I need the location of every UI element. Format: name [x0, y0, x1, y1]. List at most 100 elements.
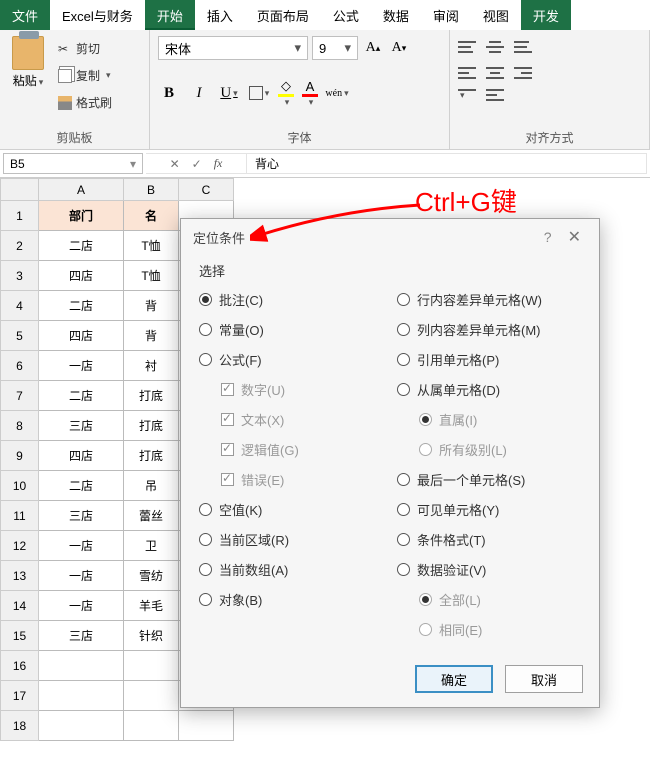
font-name-combo[interactable]: 宋体▾: [158, 36, 308, 60]
row-header[interactable]: 8: [1, 411, 39, 441]
indent-increase-button[interactable]: [486, 88, 504, 102]
cell[interactable]: [124, 651, 179, 681]
align-bottom-button[interactable]: [514, 40, 532, 54]
tab-formula[interactable]: 公式: [321, 0, 371, 30]
align-right-button[interactable]: [514, 66, 532, 80]
radio-objects[interactable]: 对象(B): [199, 590, 383, 609]
tab-file[interactable]: 文件: [0, 0, 50, 30]
paste-button[interactable]: 粘贴: [8, 36, 48, 89]
radio-cond-format[interactable]: 条件格式(T): [397, 530, 581, 549]
radio-data-validation[interactable]: 数据验证(V): [397, 560, 581, 579]
cell[interactable]: 背: [124, 321, 179, 351]
cell[interactable]: [124, 711, 179, 741]
radio-all-levels[interactable]: 所有级别(L): [419, 440, 581, 459]
font-size-combo[interactable]: 9▾: [312, 36, 358, 60]
row-header[interactable]: 13: [1, 561, 39, 591]
cell[interactable]: 四店: [39, 321, 124, 351]
col-header-a[interactable]: A: [39, 179, 124, 201]
name-box[interactable]: B5▾: [3, 153, 143, 174]
cell[interactable]: 一店: [39, 561, 124, 591]
align-center-button[interactable]: [486, 66, 504, 80]
col-header-b[interactable]: B: [124, 179, 179, 201]
radio-blanks[interactable]: 空值(K): [199, 500, 383, 519]
cell[interactable]: 衬: [124, 351, 179, 381]
align-middle-button[interactable]: [486, 40, 504, 54]
cell[interactable]: 三店: [39, 501, 124, 531]
radio-dv-same[interactable]: 相同(E): [419, 620, 581, 639]
phonetic-button[interactable]: wén: [326, 82, 348, 104]
cell[interactable]: 卫: [124, 531, 179, 561]
tab-review[interactable]: 审阅: [421, 0, 471, 30]
copy-button[interactable]: 复制: [54, 65, 116, 86]
select-all-corner[interactable]: [1, 179, 39, 201]
radio-formulas[interactable]: 公式(F): [199, 350, 383, 369]
border-button[interactable]: [248, 82, 270, 104]
font-color-button[interactable]: A: [302, 79, 318, 108]
cancel-icon[interactable]: ✕: [170, 157, 180, 171]
cell[interactable]: 吊: [124, 471, 179, 501]
tab-dev[interactable]: 开发: [521, 0, 571, 30]
check-errors[interactable]: 错误(E): [221, 470, 383, 489]
cell[interactable]: 三店: [39, 621, 124, 651]
cell[interactable]: 雪纺: [124, 561, 179, 591]
cell[interactable]: 三店: [39, 411, 124, 441]
cell[interactable]: 蕾丝: [124, 501, 179, 531]
radio-dv-all[interactable]: 全部(L): [419, 590, 581, 609]
italic-button[interactable]: I: [188, 82, 210, 104]
cell[interactable]: 打底: [124, 411, 179, 441]
cell[interactable]: [124, 681, 179, 711]
cell[interactable]: 一店: [39, 591, 124, 621]
row-header[interactable]: 9: [1, 441, 39, 471]
radio-row-diff[interactable]: 行内容差异单元格(W): [397, 290, 581, 309]
radio-col-diff[interactable]: 列内容差异单元格(M): [397, 320, 581, 339]
cell[interactable]: [39, 681, 124, 711]
row-header[interactable]: 4: [1, 291, 39, 321]
cell[interactable]: 二店: [39, 381, 124, 411]
tab-layout[interactable]: 页面布局: [245, 0, 321, 30]
cancel-button[interactable]: 取消: [505, 665, 583, 693]
row-header[interactable]: 7: [1, 381, 39, 411]
cell[interactable]: 四店: [39, 261, 124, 291]
row-header[interactable]: 6: [1, 351, 39, 381]
cell[interactable]: 一店: [39, 531, 124, 561]
ok-button[interactable]: 确定: [415, 665, 493, 693]
tab-view[interactable]: 视图: [471, 0, 521, 30]
increase-font-icon[interactable]: A▴: [362, 37, 384, 59]
cell[interactable]: 二店: [39, 231, 124, 261]
close-icon[interactable]: ✕: [562, 227, 587, 247]
cell[interactable]: 一店: [39, 351, 124, 381]
row-header[interactable]: 1: [1, 201, 39, 231]
cell[interactable]: [39, 711, 124, 741]
radio-last-cell[interactable]: 最后一个单元格(S): [397, 470, 581, 489]
row-header[interactable]: 5: [1, 321, 39, 351]
row-header[interactable]: 15: [1, 621, 39, 651]
fx-icon[interactable]: fx: [214, 156, 223, 171]
cell[interactable]: 部门: [39, 201, 124, 231]
row-header[interactable]: 11: [1, 501, 39, 531]
bold-button[interactable]: B: [158, 82, 180, 104]
check-text[interactable]: 文本(X): [221, 410, 383, 429]
align-left-button[interactable]: [458, 66, 476, 80]
row-header[interactable]: 3: [1, 261, 39, 291]
col-header-c[interactable]: C: [179, 179, 234, 201]
decrease-font-icon[interactable]: A▾: [388, 37, 410, 59]
check-logical[interactable]: 逻辑值(G): [221, 440, 383, 459]
row-header[interactable]: 18: [1, 711, 39, 741]
cell[interactable]: [39, 651, 124, 681]
cell[interactable]: 四店: [39, 441, 124, 471]
radio-visible[interactable]: 可见单元格(Y): [397, 500, 581, 519]
radio-constants[interactable]: 常量(O): [199, 320, 383, 339]
cell[interactable]: 羊毛: [124, 591, 179, 621]
radio-dependents[interactable]: 从属单元格(D): [397, 380, 581, 399]
format-painter-button[interactable]: 格式刷: [54, 92, 116, 113]
row-header[interactable]: 12: [1, 531, 39, 561]
radio-precedents[interactable]: 引用单元格(P): [397, 350, 581, 369]
tab-excel-finance[interactable]: Excel与财务: [50, 0, 145, 30]
confirm-icon[interactable]: ✓: [192, 157, 202, 171]
cell[interactable]: T恤: [124, 231, 179, 261]
check-numbers[interactable]: 数字(U): [221, 380, 383, 399]
row-header[interactable]: 2: [1, 231, 39, 261]
cell[interactable]: 针织: [124, 621, 179, 651]
underline-button[interactable]: U: [218, 82, 240, 104]
row-header[interactable]: 14: [1, 591, 39, 621]
